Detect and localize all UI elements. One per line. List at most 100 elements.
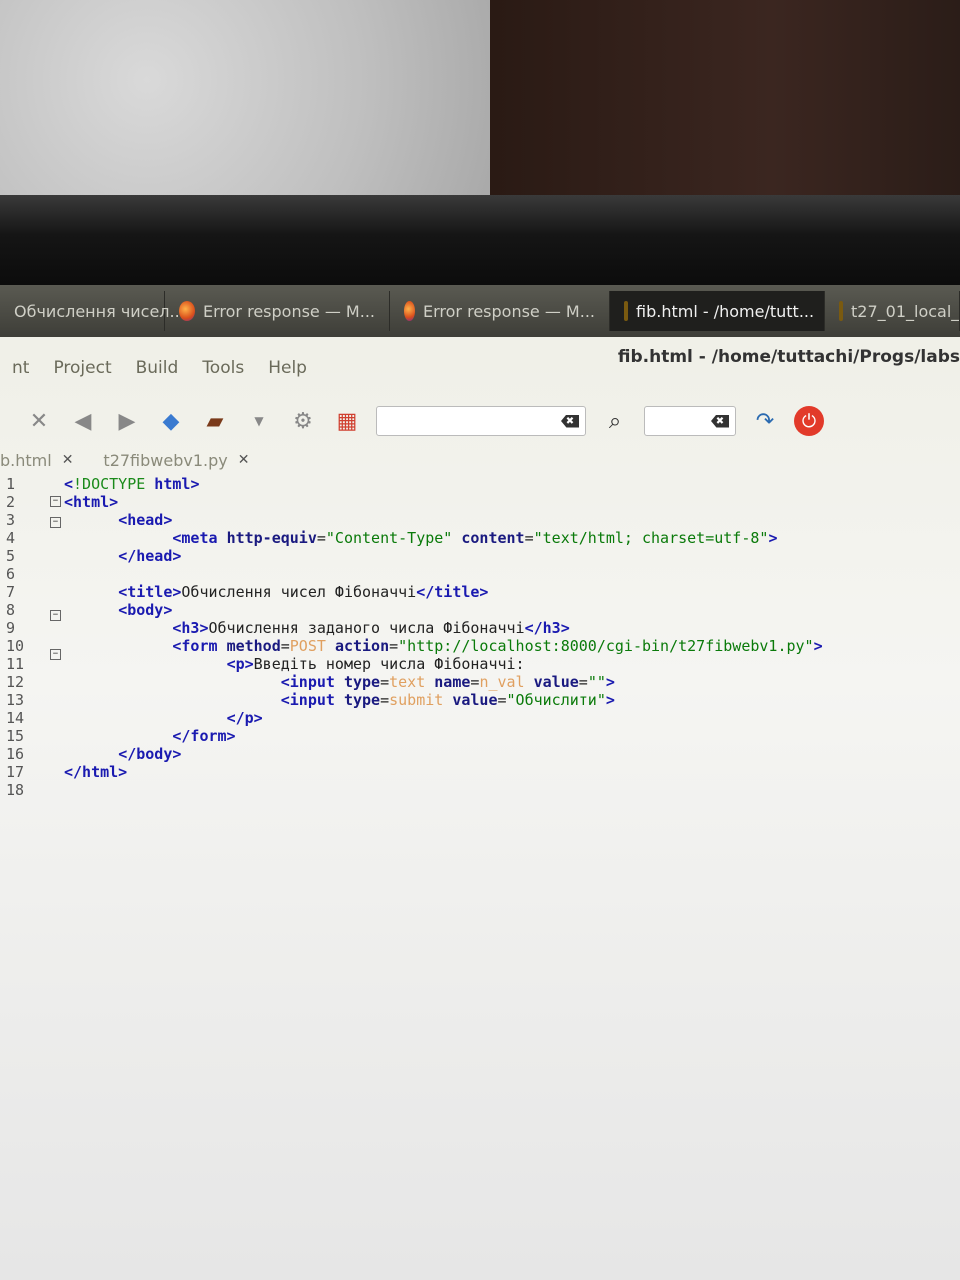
search-icon[interactable]: ⌕: [600, 406, 630, 436]
code-line: <input type=submit value="Обчислити">: [64, 691, 823, 709]
firefox-icon: [179, 301, 195, 321]
compile-icon[interactable]: ◆: [156, 406, 186, 436]
document-tabs: b.html ✕ t27fibwebv1.py ✕: [0, 445, 960, 475]
code-token: =: [497, 691, 507, 709]
code-token: n_val: [479, 673, 525, 691]
code-token: =: [524, 529, 534, 547]
fold-toggle-icon[interactable]: −: [50, 610, 61, 621]
code-token: type: [343, 673, 381, 691]
line-number: 11: [6, 655, 25, 673]
search-input[interactable]: ✖: [376, 406, 586, 436]
firefox-icon: [404, 301, 415, 321]
taskbar: Обчислення чисел... Error response — M..…: [0, 285, 960, 337]
code-line: </html>: [64, 763, 823, 781]
code-token: <body>: [118, 601, 173, 619]
close-icon[interactable]: ✕: [62, 452, 74, 468]
dropdown-icon[interactable]: ▼: [244, 406, 274, 436]
code-line: <!DOCTYPE html>: [64, 475, 823, 493]
monitor-bezel: [0, 195, 960, 295]
tab-label: t27fibwebv1.py: [103, 450, 228, 470]
code-token: value: [533, 673, 579, 691]
code-token: <head>: [118, 511, 173, 529]
code-line: <input type=text name=n_val value="">: [64, 673, 823, 691]
code-token: =: [380, 691, 390, 709]
code-token: name: [434, 673, 471, 691]
line-number: 7: [6, 583, 16, 601]
code-token: method: [226, 637, 281, 655]
code-token: </p>: [226, 709, 263, 727]
line-number: 5: [6, 547, 16, 565]
goto-line-input[interactable]: ✖: [644, 406, 736, 436]
code-token: >: [605, 691, 615, 709]
code-line: <head>: [64, 511, 823, 529]
quit-power-icon[interactable]: ⏻: [794, 406, 824, 436]
execute-gear-icon[interactable]: ⚙: [288, 406, 318, 436]
forward-icon[interactable]: ▶: [112, 406, 142, 436]
line-number: 16: [6, 745, 25, 763]
photo-background-wall: [0, 0, 490, 200]
code-token: =: [389, 637, 399, 655]
close-icon[interactable]: ✕: [238, 452, 250, 468]
code-token: <: [64, 475, 74, 493]
code-token: </html>: [64, 763, 128, 781]
clear-icon[interactable]: ✖: [561, 414, 579, 428]
code-line: </head>: [64, 547, 823, 565]
line-number: 2: [6, 493, 16, 511]
menu-build[interactable]: Build: [124, 358, 191, 378]
tab-t27fibwebv1-py[interactable]: t27fibwebv1.py ✕: [103, 451, 249, 470]
taskbar-item-label: Error response — M...: [203, 301, 375, 321]
code-token: >: [768, 529, 778, 547]
line-number: 9: [6, 619, 16, 637]
code-token: "": [587, 673, 606, 691]
code-token: >: [813, 637, 823, 655]
fold-toggle-icon[interactable]: −: [50, 496, 61, 507]
tab-fib-html[interactable]: b.html ✕: [0, 451, 73, 470]
code-token: <p>: [226, 655, 254, 673]
jump-icon[interactable]: ↷: [750, 406, 780, 436]
line-number: 17: [6, 763, 25, 781]
color-chooser-icon[interactable]: ▦: [332, 406, 362, 436]
menu-project[interactable]: Project: [41, 358, 123, 378]
clear-icon[interactable]: ✖: [711, 414, 729, 428]
code-token: "http://localhost:8000/cgi-bin/t27fibweb…: [398, 637, 814, 655]
taskbar-item[interactable]: Error response — M...: [165, 291, 390, 331]
close-icon[interactable]: ✕: [24, 406, 54, 436]
code-token: </body>: [118, 745, 182, 763]
toolbar: ✕ ◀ ▶ ◆ ▰ ▼ ⚙ ▦ ✖ ⌕ ✖ ↷ ⏻: [0, 393, 960, 449]
code-token: <input: [280, 691, 344, 709]
back-icon[interactable]: ◀: [68, 406, 98, 436]
fold-toggle-icon[interactable]: −: [50, 649, 61, 660]
code-token: </head>: [118, 547, 182, 565]
fold-toggle-icon[interactable]: −: [50, 517, 61, 528]
code-line: <form method=POST action="http://localho…: [64, 637, 823, 655]
build-icon[interactable]: ▰: [200, 406, 230, 436]
code-token: <meta: [172, 529, 227, 547]
line-number: 6: [6, 565, 16, 583]
code-area[interactable]: <!DOCTYPE html> <html> <head> <meta http-…: [64, 475, 823, 799]
taskbar-item-active[interactable]: fib.html - /home/tutt...: [610, 291, 825, 331]
line-number-gutter: 1 2 3 4 5 6 7 8 9 10 11 12 13 14 15 16 17 18: [6, 475, 34, 799]
taskbar-item[interactable]: Обчислення чисел...: [0, 291, 185, 331]
window-title: fib.html - /home/tuttachi/Progs/labs: [617, 347, 960, 367]
taskbar-item[interactable]: t27_01_local_: [825, 291, 960, 331]
code-token: Обчислення чисел Фібоначчі: [181, 583, 417, 601]
geany-icon: [839, 301, 843, 321]
taskbar-item[interactable]: Error response — M...: [390, 291, 610, 331]
code-editor[interactable]: 1 2 3 4 5 6 7 8 9 10 11 12 13 14 15 16 17 18 − − − − <!DOCTY…: [0, 475, 960, 1280]
code-token: </h3>: [524, 619, 570, 637]
code-token: </title>: [416, 583, 489, 601]
code-line: </p>: [64, 709, 823, 727]
code-token: <input: [280, 673, 344, 691]
menu-help[interactable]: Help: [256, 358, 319, 378]
code-line: <body>: [64, 601, 823, 619]
code-line: <p>Введіть номер числа Фібоначчі:: [64, 655, 823, 673]
taskbar-item-label: fib.html - /home/tutt...: [636, 301, 815, 321]
menu-item[interactable]: nt: [0, 358, 41, 378]
code-token: </form>: [172, 727, 236, 745]
menu-tools[interactable]: Tools: [190, 358, 256, 378]
